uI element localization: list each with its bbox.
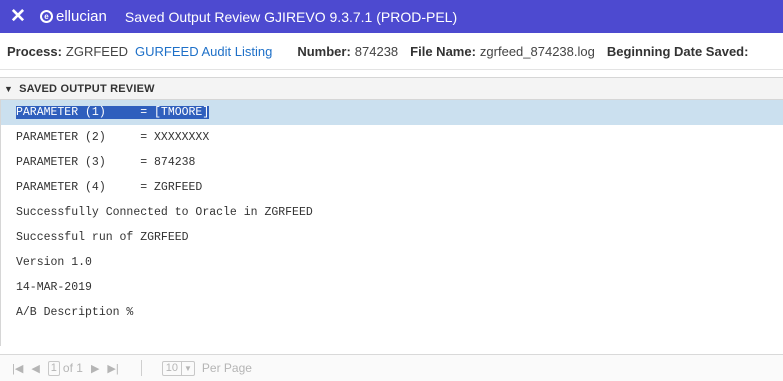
file-name-value: zgrfeed_874238.log bbox=[479, 43, 595, 59]
close-button[interactable]: ✕ bbox=[2, 0, 34, 33]
brand-name: ellucian bbox=[56, 8, 107, 25]
chevron-down-icon: ▼ bbox=[180, 361, 194, 375]
number-value: 874238 bbox=[354, 43, 399, 59]
section-header[interactable]: ▼ SAVED OUTPUT REVIEW bbox=[0, 77, 783, 100]
output-line[interactable]: PARAMETER (4) = ZGRFEED bbox=[1, 175, 783, 200]
output-line[interactable]: A/B Description % bbox=[1, 300, 783, 325]
output-line[interactable]: PARAMETER (1) = [TMOORE] bbox=[1, 100, 783, 125]
process-value: ZGRFEED bbox=[65, 43, 129, 59]
title-bar: ✕ e ellucian Saved Output Review GJIREVO… bbox=[0, 0, 783, 33]
page-title: Saved Output Review GJIREVO 9.3.7.1 (PRO… bbox=[124, 8, 458, 25]
next-page-icon[interactable]: ▶ bbox=[91, 362, 99, 375]
output-line[interactable]: 14-MAR-2019 bbox=[1, 275, 783, 300]
page-count: of 1 bbox=[62, 361, 83, 375]
per-page-select[interactable]: 10 ▼ bbox=[161, 360, 195, 376]
prev-page-icon[interactable]: ◀ bbox=[31, 362, 39, 375]
close-icon: ✕ bbox=[10, 6, 26, 27]
divider bbox=[140, 360, 142, 376]
last-page-icon[interactable]: ▶| bbox=[107, 362, 118, 375]
number-label: Number: bbox=[297, 43, 351, 59]
ellucian-logo-icon: e bbox=[40, 10, 53, 23]
page-number-input[interactable]: 1 bbox=[47, 360, 60, 376]
output-line[interactable]: Version 1.0 bbox=[1, 250, 783, 275]
collapse-caret-icon[interactable]: ▼ bbox=[4, 84, 13, 94]
ellucian-logo: e ellucian bbox=[40, 8, 107, 25]
beginning-date-label: Beginning Date Saved: bbox=[606, 43, 749, 59]
output-list: PARAMETER (1) = [TMOORE] PARAMETER (2) =… bbox=[0, 100, 783, 346]
file-name-label: File Name: bbox=[410, 43, 476, 59]
process-name-link[interactable]: GURFEED Audit Listing bbox=[135, 44, 272, 59]
output-line[interactable]: PARAMETER (3) = 874238 bbox=[1, 150, 783, 175]
per-page-label: Per Page bbox=[201, 361, 252, 375]
pagination-bar: |◀ ◀ 1 of 1 ▶ ▶| 10 ▼ Per Page bbox=[0, 354, 783, 381]
process-label: Process: bbox=[7, 43, 62, 59]
section-title: SAVED OUTPUT REVIEW bbox=[19, 82, 155, 95]
output-line[interactable]: PARAMETER (2) = XXXXXXXX bbox=[1, 125, 783, 150]
output-line[interactable]: Successful run of ZGRFEED bbox=[1, 225, 783, 250]
first-page-icon[interactable]: |◀ bbox=[12, 362, 23, 375]
output-line[interactable]: Successfully Connected to Oracle in ZGRF… bbox=[1, 200, 783, 225]
key-block: Process: ZGRFEED GURFEED Audit Listing N… bbox=[0, 33, 783, 70]
